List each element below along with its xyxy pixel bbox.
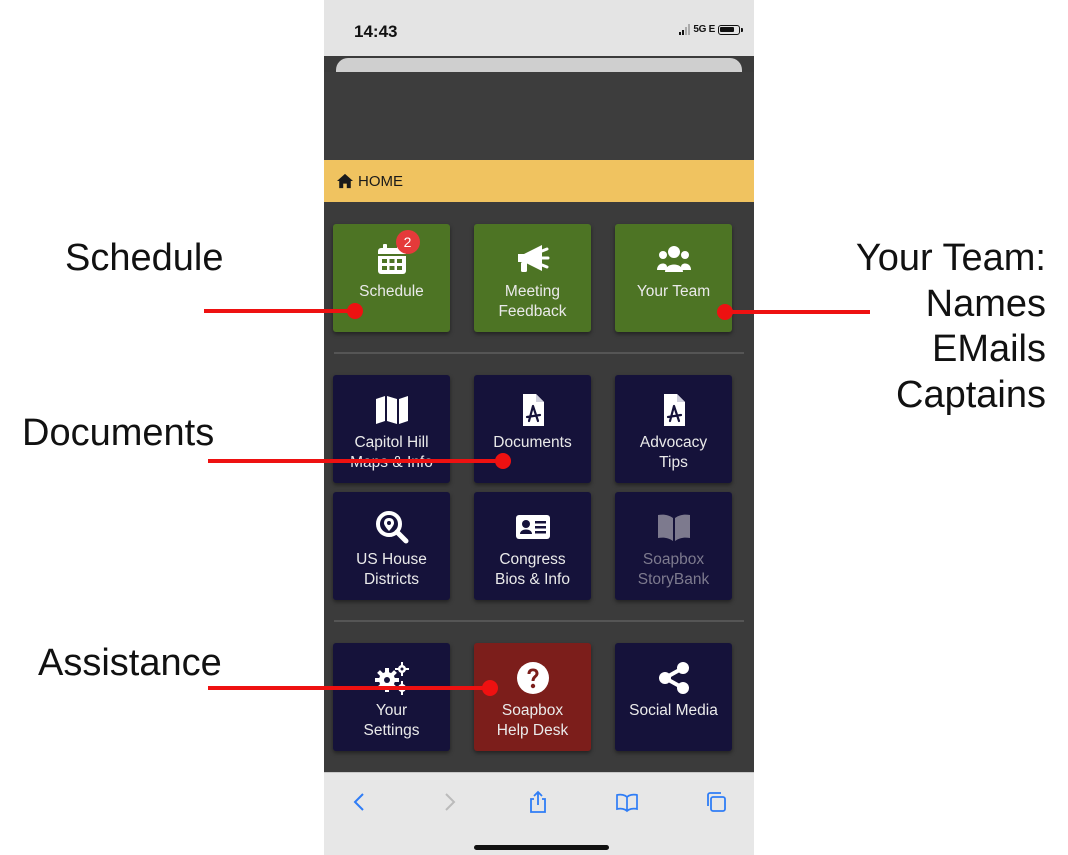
help-desk-tile[interactable]: Soapbox Help Desk <box>474 643 591 751</box>
app-header <box>324 72 754 160</box>
annotation-dot-schedule <box>347 303 363 319</box>
meeting-feedback-tile[interactable]: Meeting Feedback <box>474 224 591 332</box>
id-card-icon <box>515 515 550 539</box>
home-breadcrumb[interactable]: HOME <box>324 160 754 202</box>
annotation-line-your-team <box>730 310 870 314</box>
annotation-line-documents <box>208 459 498 463</box>
tabs-button[interactable] <box>701 787 731 817</box>
tile-label: Advocacy Tips <box>639 434 708 471</box>
bookmarks-button[interactable] <box>612 787 642 817</box>
signal-icon <box>679 24 691 35</box>
megaphone-icon <box>517 245 549 272</box>
network-type: 5G E <box>693 24 715 35</box>
tile-label: Documents <box>493 434 572 451</box>
share-icon <box>658 662 689 694</box>
annotation-dot-assistance <box>482 680 498 696</box>
annotation-schedule: Schedule <box>65 237 224 279</box>
advocacy-tips-tile[interactable]: Advocacy Tips <box>615 375 732 483</box>
tile-label: Your Team <box>636 283 711 300</box>
your-settings-tile[interactable]: Your Settings <box>333 643 450 751</box>
users-icon <box>656 246 691 272</box>
home-indicator <box>474 845 609 850</box>
annotation-line-schedule <box>204 309 354 313</box>
back-icon <box>353 793 364 811</box>
tile-label: Meeting Feedback <box>498 283 567 320</box>
pdf-file-icon <box>663 394 685 426</box>
share-icon <box>530 790 546 813</box>
us-house-districts-tile[interactable]: US House Districts <box>333 492 450 600</box>
tile-label: US House Districts <box>356 551 427 588</box>
browser-toolbar <box>324 772 754 855</box>
home-label: HOME <box>358 172 403 190</box>
tabs-icon <box>707 792 726 812</box>
tile-label: Soapbox Help Desk <box>496 702 569 739</box>
annotation-line-assistance <box>208 686 486 690</box>
tile-label: Congress Bios & Info <box>495 551 570 588</box>
search-location-icon <box>375 511 408 544</box>
tile-label: Your Settings <box>363 702 420 739</box>
annotation-your-team: Your Team: Names EMails Captains <box>855 237 1046 416</box>
home-icon <box>337 173 353 189</box>
section-divider <box>334 352 744 354</box>
share-button[interactable] <box>523 787 553 817</box>
status-bar: 14:43 5G E <box>324 0 754 56</box>
annotation-dot-documents <box>495 453 511 469</box>
status-indicators: 5G E <box>679 24 743 35</box>
forward-icon <box>445 793 456 811</box>
annotation-documents: Documents <box>22 412 215 454</box>
documents-tile[interactable]: Documents <box>474 375 591 483</box>
question-circle-icon <box>516 662 549 694</box>
tile-label: Soapbox StoryBank <box>637 551 710 588</box>
section-divider <box>334 620 744 622</box>
capitol-hill-tile[interactable]: Capitol Hill Maps & Info <box>333 375 450 483</box>
social-media-tile[interactable]: Social Media <box>615 643 732 751</box>
schedule-badge: 2 <box>395 230 420 254</box>
book-open-icon <box>657 514 690 541</box>
bookmarks-icon <box>616 793 638 813</box>
status-time: 14:43 <box>354 22 398 41</box>
congress-bios-tile[interactable]: Congress Bios & Info <box>474 492 591 600</box>
map-icon <box>375 396 408 424</box>
annotation-assistance: Assistance <box>38 642 222 684</box>
tile-label: Social Media <box>629 702 718 719</box>
back-button[interactable] <box>345 787 375 817</box>
pdf-file-icon <box>522 394 544 426</box>
forward-button[interactable] <box>434 787 464 817</box>
soapbox-storybank-tile: Soapbox StoryBank <box>615 492 732 600</box>
annotation-dot-your-team <box>717 304 733 320</box>
tile-label: Schedule <box>359 283 424 300</box>
battery-icon <box>718 24 743 35</box>
tile-label: Capitol Hill Maps & Info <box>350 434 433 471</box>
your-team-tile[interactable]: Your Team <box>615 224 732 332</box>
phone-screen: 14:43 5G E HOME 2 Schedule Meeting Feedb… <box>324 0 754 855</box>
